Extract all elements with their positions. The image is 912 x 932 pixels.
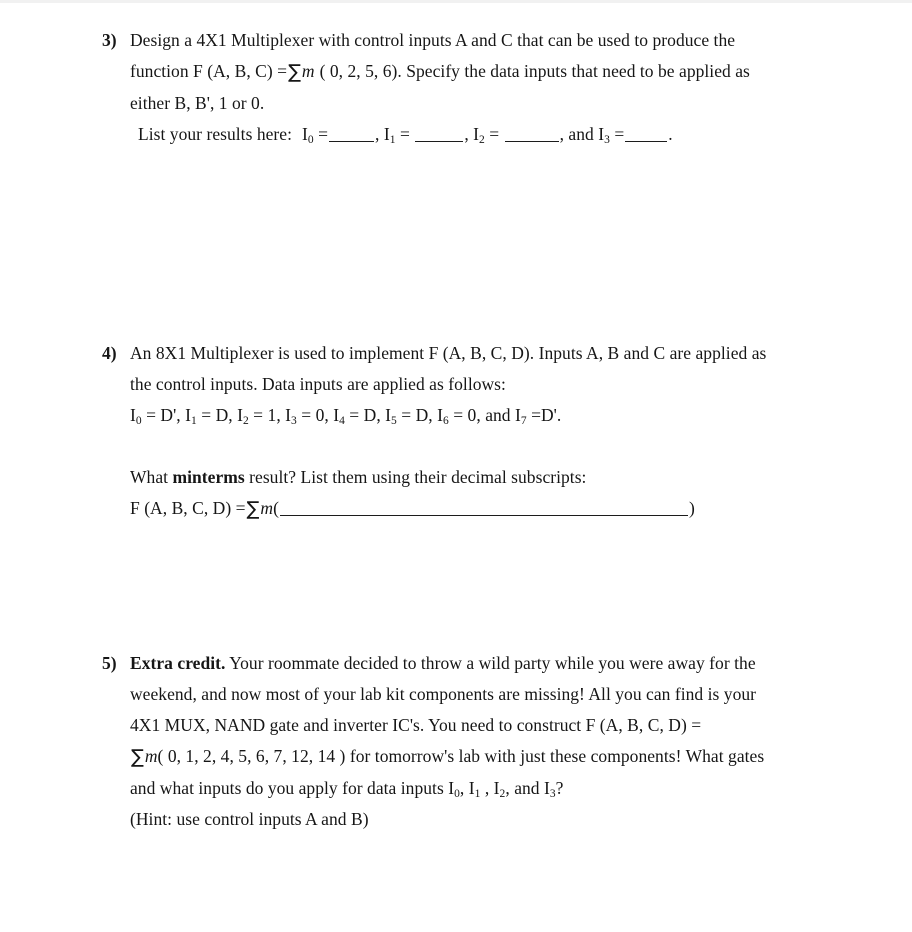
extra-credit-label: Extra credit.	[130, 653, 226, 673]
q4-i6-value: 0	[467, 405, 477, 425]
worksheet-page: 3) Design a 4X1 Multiplexer with control…	[0, 0, 912, 932]
question-4-line-1: An 8X1 Multiplexer is used to implement …	[130, 343, 767, 363]
q3-function-suffix: ( 0, 2, 5, 6). Specify the data inputs t…	[319, 61, 750, 81]
question-3: 3) Design a 4X1 Multiplexer with control…	[100, 25, 800, 150]
q4-minterms-keyword: minterms	[172, 467, 245, 487]
q5-and-text: and	[514, 778, 540, 798]
q4-i4-value: D	[363, 405, 377, 425]
q4-i3-subscript: 3	[291, 415, 297, 427]
q4-function-prefix: F (A, B, C, D) =	[130, 498, 246, 518]
q4-i1-value: D	[215, 405, 229, 425]
q5-inputs-prefix: and what inputs do you apply for data in…	[130, 778, 444, 798]
question-5-number: 5)	[102, 653, 117, 673]
question-5-line-1: Extra credit. Your roommate decided to t…	[130, 648, 800, 679]
question-4-minterms-prompt: What minterms result? List them using th…	[130, 462, 800, 493]
question-5-line-3: 4X1 MUX, NAND gate and inverter IC's. Yo…	[130, 715, 702, 735]
q3-i0-equals: =	[318, 124, 329, 144]
q3-i1-answer-blank[interactable]	[415, 128, 464, 142]
q4-trailing-period: .	[556, 405, 562, 425]
q3-i3-answer-blank[interactable]	[625, 128, 668, 142]
q4-minterm-m: m	[260, 498, 274, 518]
q3-i2-answer-blank[interactable]	[504, 128, 559, 142]
q3-i2-subscript: 2	[479, 134, 485, 146]
q4-i4-subscript: 4	[339, 415, 345, 427]
q3-i1-equals: =	[399, 124, 410, 144]
q3-i0-answer-blank[interactable]	[329, 128, 375, 142]
question-5-line-2: weekend, and now most of your lab kit co…	[130, 684, 757, 704]
question-5-minterms-line: ∑m( 0, 1, 2, 4, 5, 6, 7, 12, 14 ) for to…	[130, 741, 800, 773]
q3-i3-subscript: 3	[604, 134, 610, 146]
q4-i2-subscript: 2	[242, 415, 249, 427]
q5-sep-2: ,	[484, 778, 490, 798]
q5-minterm-list: ( 0, 1, 2, 4, 5, 6, 7, 12, 14 )	[157, 746, 346, 766]
q4-close-paren: )	[688, 498, 695, 518]
q4-i3-value: 0	[315, 405, 325, 425]
q5-line-1-text: Your roommate decided to throw a wild pa…	[225, 653, 756, 673]
q4-open-paren: (	[273, 498, 279, 518]
q3-i1-subscript: 1	[389, 134, 396, 146]
q5-minterms-suffix: for tomorrow's lab with just these compo…	[349, 746, 765, 766]
question-4-body: An 8X1 Multiplexer is used to implement …	[130, 338, 800, 525]
question-3-number: 3)	[102, 30, 117, 50]
question-5: 5) Extra credit. Your roommate decided t…	[100, 648, 800, 835]
question-5-body: Extra credit. Your roommate decided to t…	[130, 648, 800, 835]
question-3-line-1: Design a 4X1 Multiplexer with control in…	[130, 30, 736, 50]
q4-i2-value: 1	[267, 405, 277, 425]
q4-minterms-answer-blank[interactable]	[279, 502, 688, 516]
q4-i5-value: D	[415, 405, 429, 425]
q4-i0-subscript: 0	[135, 415, 142, 427]
question-4-data-inputs: I0 = D', I1 = D, I2 = 1, I3 = 0, I4 = D,…	[130, 405, 562, 427]
q4-and-text: and	[485, 405, 511, 425]
q4-i7-value: D'	[541, 405, 557, 425]
q3-period: .	[668, 124, 673, 144]
question-4-answer-line: F (A, B, C, D) =∑m()	[130, 493, 800, 525]
question-4-number: 4)	[102, 343, 117, 363]
q3-function-prefix: function F (A, B, C) =	[130, 61, 288, 81]
q3-sep-3: , and	[559, 124, 594, 144]
question-5-hint-line: (Hint: use control inputs A and B)	[130, 809, 369, 829]
q4-i0-value: D'	[160, 405, 177, 425]
q4-i6-subscript: 6	[443, 415, 449, 427]
q4-i7-subscript: 7	[520, 415, 527, 427]
question-5-inputs-line: and what inputs do you apply for data in…	[130, 773, 800, 804]
question-4-line-2: the control inputs. Data inputs are appl…	[130, 374, 506, 394]
q5-sep-3-comma: ,	[505, 778, 510, 798]
question-4: 4) An 8X1 Multiplexer is used to impleme…	[100, 338, 800, 525]
q3-i3-equals: =	[614, 124, 625, 144]
q3-minterm-m: m	[301, 61, 315, 81]
q3-sep-1: ,	[375, 124, 380, 144]
question-3-body: Design a 4X1 Multiplexer with control in…	[130, 25, 800, 150]
q5-question-mark: ?	[555, 778, 564, 798]
summation-icon: ∑	[288, 61, 301, 83]
summation-icon: ∑	[131, 746, 144, 768]
question-3-line-3: either B, B', 1 or 0.	[130, 93, 265, 113]
q4-prompt-suffix: result? List them using their decimal su…	[244, 467, 587, 487]
q4-prompt-prefix: What	[130, 467, 173, 487]
q5-sep-1: ,	[459, 778, 465, 798]
summation-icon: ∑	[246, 498, 260, 520]
question-3-line-2: function F (A, B, C) =∑m( 0, 2, 5, 6). S…	[130, 56, 800, 88]
q4-i5-subscript: 5	[391, 415, 397, 427]
q3-i2-equals: =	[489, 124, 500, 144]
q5-minterm-m: m	[144, 746, 158, 766]
q3-sep-2: ,	[464, 124, 469, 144]
q5-i1-subscript: 1	[474, 788, 481, 800]
q4-i1-subscript: 1	[191, 415, 197, 427]
q3-i0-subscript: 0	[307, 134, 314, 146]
question-3-answer-line: List your results here: I0 =, I1 = , I2 =…	[130, 119, 800, 150]
q3-answer-prompt: List your results here:	[138, 124, 293, 144]
